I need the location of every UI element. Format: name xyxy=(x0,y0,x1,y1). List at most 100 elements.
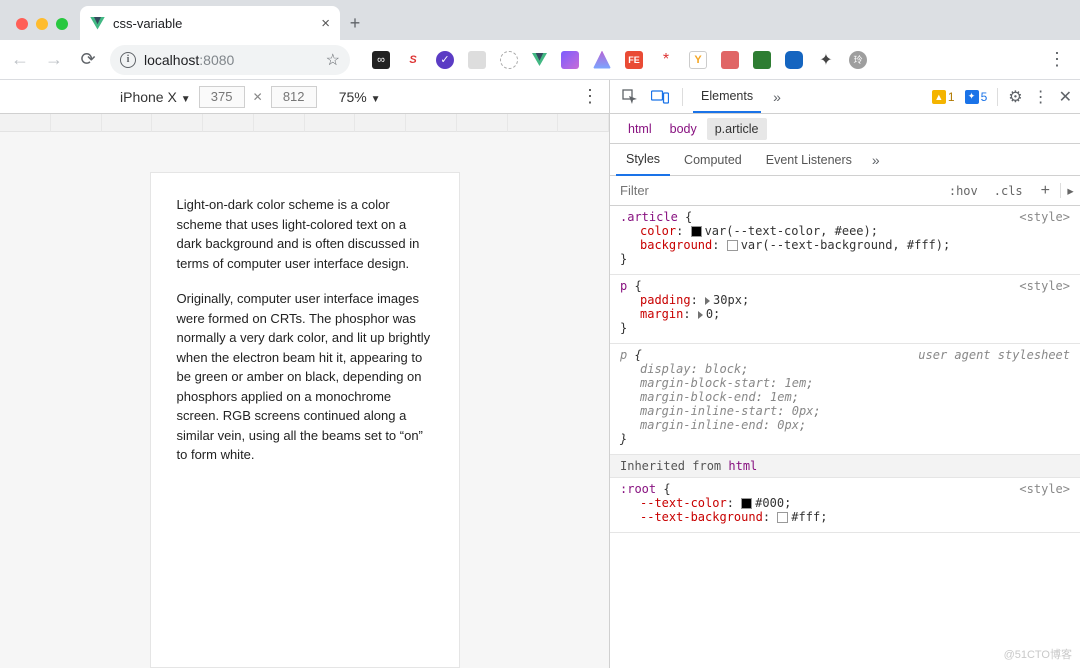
info-badge[interactable]: ✦5 xyxy=(965,90,988,104)
forward-button[interactable]: → xyxy=(42,48,66,72)
reload-button[interactable]: ⟳ xyxy=(76,48,100,72)
device-selector[interactable]: iPhone X ▼ xyxy=(120,89,191,105)
tab-title: css-variable xyxy=(113,16,313,31)
ext-icon[interactable] xyxy=(468,51,486,69)
subtab-computed[interactable]: Computed xyxy=(674,145,752,175)
filter-more-icon[interactable]: ▸ xyxy=(1060,183,1080,198)
zoom-label: 75% xyxy=(339,89,367,105)
subtab-styles[interactable]: Styles xyxy=(616,144,670,176)
ext-icon[interactable]: ✓ xyxy=(436,51,454,69)
prop-value: 1em xyxy=(785,376,807,390)
prop-name[interactable]: padding xyxy=(640,293,691,307)
tab-elements[interactable]: Elements xyxy=(693,81,761,113)
device-width-input[interactable] xyxy=(199,86,245,108)
ext-icon[interactable] xyxy=(753,51,771,69)
inherited-label: Inherited from xyxy=(620,459,728,473)
warnings-badge[interactable]: ▲1 xyxy=(932,90,955,104)
browser-tab[interactable]: css-variable × xyxy=(80,6,340,40)
chevron-down-icon: ▼ xyxy=(371,94,381,105)
new-tab-button[interactable]: + xyxy=(340,13,370,40)
styles-filter-row: :hov .cls + ▸ xyxy=(610,176,1080,206)
cls-toggle[interactable]: .cls xyxy=(986,184,1031,198)
rule-selector[interactable]: :root xyxy=(620,482,656,496)
profile-avatar-icon[interactable]: 玲 xyxy=(849,51,867,69)
devtools-menu-icon[interactable]: ⋮ xyxy=(1033,87,1049,107)
window-traffic-lights xyxy=(8,18,80,40)
devtools-close-icon[interactable]: ✕ xyxy=(1059,87,1072,107)
rule-origin[interactable]: <style> xyxy=(1019,279,1070,293)
close-window-dot[interactable] xyxy=(16,18,28,30)
prop-name[interactable]: margin xyxy=(640,307,683,321)
article-paragraph: Originally, computer user interface imag… xyxy=(177,289,433,465)
ext-icon[interactable] xyxy=(785,51,803,69)
prop-name[interactable]: background xyxy=(640,238,712,252)
subtabs-overflow-icon[interactable]: » xyxy=(866,152,886,168)
warnings-count: 1 xyxy=(948,90,955,104)
color-swatch-icon[interactable] xyxy=(691,226,702,237)
maximize-window-dot[interactable] xyxy=(56,18,68,30)
prop-name: margin-inline-end xyxy=(640,418,763,432)
css-rule[interactable]: <style> .article { color: var(--text-col… xyxy=(610,206,1080,275)
ext-icon[interactable] xyxy=(721,51,739,69)
settings-gear-icon[interactable]: ⚙ xyxy=(1008,87,1022,107)
device-height-input[interactable] xyxy=(271,86,317,108)
ext-vue-icon[interactable] xyxy=(532,53,547,66)
inherited-from-tag[interactable]: html xyxy=(728,459,757,473)
prop-value[interactable]: var(--text-color, #eee) xyxy=(705,224,871,238)
css-rule-ua: user agent stylesheet p { display: block… xyxy=(610,344,1080,455)
css-rule[interactable]: <style> p { padding: 30px; margin: 0; } xyxy=(610,275,1080,344)
prop-value[interactable]: #fff xyxy=(791,510,820,524)
dimension-x: ✕ xyxy=(253,90,263,104)
ext-icon[interactable]: S xyxy=(404,51,422,69)
prop-name[interactable]: --text-background xyxy=(640,510,763,524)
crumb-body[interactable]: body xyxy=(662,118,705,140)
styles-filter-input[interactable] xyxy=(610,183,941,198)
device-name-label: iPhone X xyxy=(120,89,177,105)
css-rule[interactable]: <style> :root { --text-color: #000; --te… xyxy=(610,478,1080,533)
ext-icon[interactable]: FE xyxy=(625,51,643,69)
ext-icon[interactable] xyxy=(561,51,579,69)
hov-toggle[interactable]: :hov xyxy=(941,184,986,198)
color-swatch-icon[interactable] xyxy=(727,240,738,251)
color-swatch-icon[interactable] xyxy=(777,512,788,523)
tabs-overflow-icon[interactable]: » xyxy=(767,89,787,105)
prop-value[interactable]: 30px xyxy=(713,293,742,307)
prop-name[interactable]: --text-color xyxy=(640,496,727,510)
bookmark-star-icon[interactable]: ☆ xyxy=(326,50,340,70)
prop-value: 1em xyxy=(770,390,792,404)
prop-value[interactable]: var(--text-background, #fff) xyxy=(741,238,943,252)
site-info-icon[interactable]: i xyxy=(120,52,136,68)
color-swatch-icon[interactable] xyxy=(741,498,752,509)
rule-origin[interactable]: <style> xyxy=(1019,482,1070,496)
device-toggle-icon[interactable] xyxy=(648,85,672,109)
prop-value[interactable]: 0 xyxy=(706,307,713,321)
address-bar: ← → ⟳ i localhost:8080 ☆ ∞ S ✓ FE * Y ✦ xyxy=(0,40,1080,80)
prop-value[interactable]: #000 xyxy=(755,496,784,510)
new-style-rule-button[interactable]: + xyxy=(1031,182,1060,200)
back-button[interactable]: ← xyxy=(8,48,32,72)
crumb-html[interactable]: html xyxy=(620,118,660,140)
extensions-puzzle-icon[interactable]: ✦ xyxy=(817,51,835,69)
tab-close-icon[interactable]: × xyxy=(321,15,330,32)
expand-shorthand-icon[interactable] xyxy=(698,311,703,319)
chrome-menu-icon[interactable]: ⋮ xyxy=(1048,49,1066,70)
ext-icon[interactable]: * xyxy=(657,51,675,69)
prop-name[interactable]: color xyxy=(640,224,676,238)
crumb-p-article[interactable]: p.article xyxy=(707,118,767,140)
ext-icon[interactable]: ∞ xyxy=(372,51,390,69)
device-toolbar-menu-icon[interactable]: ⋮ xyxy=(581,86,599,107)
subtab-event-listeners[interactable]: Event Listeners xyxy=(756,145,862,175)
viewport: Light-on-dark color scheme is a color sc… xyxy=(0,132,609,668)
ext-icon[interactable] xyxy=(593,51,611,69)
rule-origin[interactable]: <style> xyxy=(1019,210,1070,224)
url-box[interactable]: i localhost:8080 ☆ xyxy=(110,45,350,75)
inspect-element-icon[interactable] xyxy=(618,85,642,109)
minimize-window-dot[interactable] xyxy=(36,18,48,30)
expand-shorthand-icon[interactable] xyxy=(705,297,710,305)
ruler xyxy=(0,114,609,132)
ext-icon[interactable] xyxy=(500,51,518,69)
rule-selector[interactable]: p xyxy=(620,279,627,293)
ext-icon[interactable]: Y xyxy=(689,51,707,69)
rule-selector[interactable]: .article xyxy=(620,210,678,224)
zoom-selector[interactable]: 75% ▼ xyxy=(339,89,381,105)
